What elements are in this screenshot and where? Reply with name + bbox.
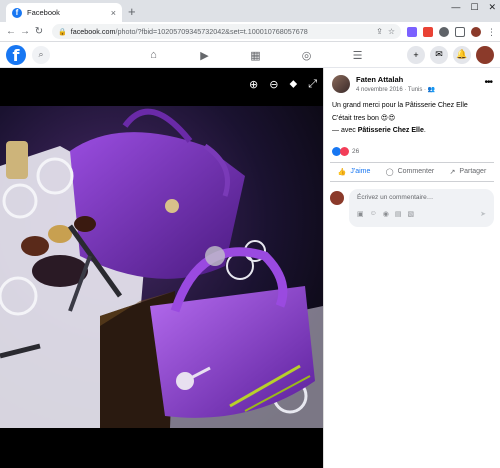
menu-kebab-icon[interactable]: ⋮ — [487, 27, 496, 37]
post-line-2: C'était tres bon 😍😍 — [332, 114, 396, 122]
minimize-button[interactable]: — — [451, 2, 460, 13]
comment-placeholder: Écrivez un commentaire… — [357, 193, 434, 201]
zoom-in-icon[interactable]: ⊕ — [249, 78, 258, 91]
url-path: /photo/?fbid=10205709345732042&set=t.100… — [115, 27, 308, 36]
photo-view: ⊕ ⊖ ⬥ ⤢ Faten Attalah 4 novembre 2016 · … — [0, 68, 500, 468]
back-icon[interactable]: ← — [4, 26, 18, 37]
post-actions: 👍 J'aime ◯ Commenter ↗ Partager — [330, 161, 494, 182]
header-actions: + ✉ 🔔 — [407, 45, 494, 64]
comment-tools: ▣ ☺ ◉ ▤ ▧ ➤ — [357, 210, 486, 218]
author-name[interactable]: Faten Attalah — [356, 75, 435, 84]
browser-tab-bar: f Facebook × + — ☐ ✕ — [0, 0, 500, 22]
tag-icon[interactable]: ⬥ — [289, 78, 297, 91]
fullscreen-icon[interactable]: ⤢ — [308, 78, 317, 91]
facebook-header: f ⌕ ⌂ ▶ ▦ ◎ ☰ + ✉ 🔔 — [0, 42, 500, 68]
zoom-out-icon[interactable]: ⊖ — [269, 78, 278, 91]
extension-2-icon[interactable] — [423, 26, 433, 37]
author-avatar[interactable] — [332, 75, 350, 93]
facebook-logo-icon[interactable]: f — [6, 44, 26, 65]
profile-avatar-icon[interactable] — [471, 26, 481, 37]
groups-icon[interactable]: ◎ — [281, 49, 332, 62]
reaction-count[interactable]: 26 — [352, 148, 359, 155]
love-reaction-icon — [340, 146, 349, 156]
extensions-puzzle-icon[interactable] — [439, 26, 449, 37]
lock-icon[interactable]: 🔒 — [58, 28, 67, 36]
thumbs-up-icon: 👍 — [337, 168, 347, 176]
comment-input[interactable]: Écrivez un commentaire… ▣ ☺ ◉ ▤ ▧ ➤ — [349, 188, 494, 227]
post-date[interactable]: 4 novembre 2016 · Tunis · — [356, 87, 428, 93]
maximize-button[interactable]: ☐ — [470, 2, 478, 13]
address-bar-row: ← → ↻ 🔒 facebook.com /photo/?fbid=102057… — [0, 22, 500, 42]
share-label: Partager — [459, 168, 487, 175]
friends-audience-icon: 👥 — [427, 87, 436, 93]
post-text: Un grand merci pour la Pâtisserie Chez E… — [324, 93, 500, 136]
new-tab-button[interactable]: + — [128, 4, 136, 19]
tab-close-icon[interactable]: × — [111, 8, 116, 18]
like-label: J'aime — [350, 168, 371, 175]
with-prefix: — avec — [332, 127, 358, 134]
share-arrow-icon: ↗ — [449, 168, 456, 176]
comment-button[interactable]: ◯ Commenter — [386, 168, 434, 176]
avatar-sticker-icon[interactable]: ▣ — [357, 210, 364, 218]
facebook-favicon-icon: f — [12, 7, 22, 18]
post-photo[interactable] — [0, 106, 323, 428]
comment-composer: Écrivez un commentaire… ▣ ☺ ◉ ▤ ▧ ➤ — [324, 182, 500, 234]
commenter-avatar — [330, 190, 344, 205]
menu-hamburger-icon[interactable]: ☰ — [332, 49, 383, 62]
sticker-icon[interactable]: ▧ — [408, 210, 415, 218]
photo-image — [0, 106, 323, 428]
reactions-summary[interactable]: 26 — [324, 139, 500, 162]
close-window-button[interactable]: ✕ — [488, 2, 496, 13]
viewer-toolbar: ⊕ ⊖ ⬥ ⤢ — [249, 78, 317, 91]
post-date-location: 4 novembre 2016 · Tunis · 👥 — [356, 86, 435, 93]
browser-tab[interactable]: f Facebook × — [6, 3, 122, 22]
post-with: — avec Pâtisserie Chez Elle. — [332, 126, 492, 136]
more-options-icon[interactable]: ••• — [484, 77, 492, 88]
tab-title: Facebook — [27, 8, 60, 17]
messenger-icon[interactable]: ✉ — [430, 45, 448, 64]
home-icon[interactable]: ⌂ — [128, 49, 179, 61]
account-avatar[interactable] — [476, 45, 494, 64]
like-button[interactable]: 👍 J'aime — [338, 168, 371, 176]
search-icon[interactable]: ⌕ — [32, 45, 50, 64]
share-button[interactable]: ↗ Partager — [450, 168, 487, 176]
post-line-1: Un grand merci pour la Pâtisserie Chez E… — [332, 102, 468, 109]
forward-icon[interactable]: → — [18, 26, 32, 37]
camera-icon[interactable]: ◉ — [383, 210, 389, 218]
send-icon[interactable]: ➤ — [480, 210, 486, 218]
extension-1-icon[interactable] — [407, 26, 417, 37]
notifications-bell-icon[interactable]: 🔔 — [453, 45, 471, 64]
comment-label: Commenter — [397, 168, 435, 175]
bookmark-star-icon[interactable]: ☆ — [388, 27, 395, 36]
window-controls: — ☐ ✕ — [451, 2, 496, 13]
watch-video-icon[interactable]: ▶ — [179, 49, 230, 62]
create-plus-icon[interactable]: + — [407, 45, 425, 64]
extensions-area: ⋮ — [407, 26, 496, 37]
photo-viewer: ⊕ ⊖ ⬥ ⤢ — [0, 68, 323, 468]
reload-icon[interactable]: ↻ — [32, 26, 46, 37]
share-icon[interactable]: ⇪ — [376, 27, 383, 36]
tagged-page-link[interactable]: Pâtisserie Chez Elle — [358, 127, 424, 134]
post-author: Faten Attalah 4 novembre 2016 · Tunis · … — [324, 68, 500, 93]
emoji-icon[interactable]: ☺ — [370, 210, 377, 217]
comment-bubble-icon: ◯ — [385, 168, 394, 176]
side-panel-icon[interactable] — [455, 26, 465, 37]
marketplace-icon[interactable]: ▦ — [230, 49, 281, 62]
url-host: facebook.com — [70, 27, 116, 36]
gif-icon[interactable]: ▤ — [395, 210, 402, 218]
with-suffix: . — [423, 127, 426, 134]
main-nav: ⌂ ▶ ▦ ◎ ☰ — [128, 42, 383, 68]
url-input[interactable]: 🔒 facebook.com /photo/?fbid=102057093457… — [52, 24, 401, 39]
post-details-panel: Faten Attalah 4 novembre 2016 · Tunis · … — [323, 68, 500, 468]
